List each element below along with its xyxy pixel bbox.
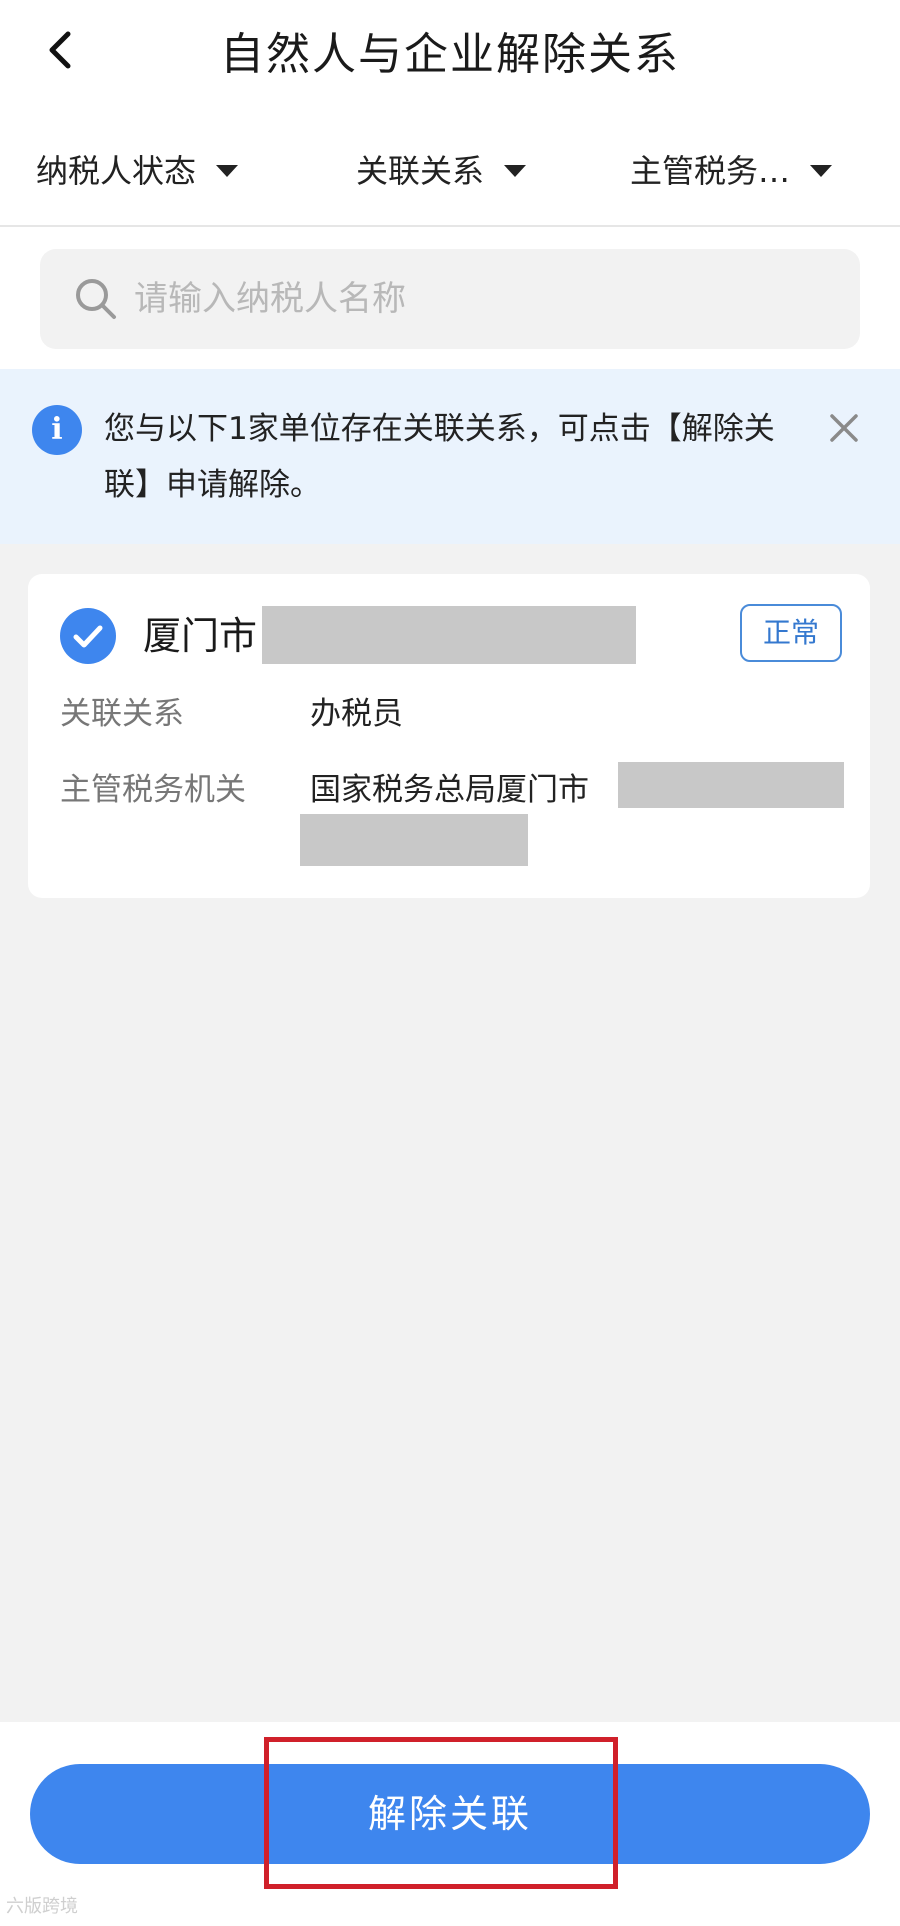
- caret-down-icon: [216, 165, 239, 177]
- highlight-annotation: [264, 1737, 618, 1889]
- header: 自然人与企业解除关系: [0, 0, 900, 100]
- filter-label: 纳税人状态: [36, 152, 197, 190]
- filter-tax-authority[interactable]: 主管税务…: [630, 144, 833, 194]
- filter-relation-type[interactable]: 关联关系: [356, 144, 527, 194]
- filter-bar: 纳税人状态 关联关系 主管税务…: [0, 100, 900, 227]
- filter-taxpayer-status[interactable]: 纳税人状态: [36, 144, 239, 194]
- relation-value: 办税员: [310, 696, 403, 732]
- notice-text: 您与以下1家单位存在关联关系，可点击【解除关联】申请解除。: [104, 411, 775, 503]
- tax-authority-label: 主管税务机关: [60, 772, 246, 808]
- search-section: [0, 227, 900, 369]
- caret-down-icon: [810, 165, 833, 177]
- status-badge: 正常: [740, 604, 842, 662]
- check-circle-icon[interactable]: [60, 608, 116, 664]
- close-icon: [830, 414, 858, 442]
- filter-label: 关联关系: [356, 152, 485, 190]
- search-icon: [76, 279, 116, 319]
- info-icon: i: [32, 405, 82, 455]
- relation-label: 关联关系: [60, 696, 184, 732]
- tax-authority-value: 国家税务总局厦门市: [310, 772, 589, 808]
- page-title: 自然人与企业解除关系: [220, 29, 680, 80]
- redaction-block: [262, 606, 636, 664]
- filter-label: 主管税务…: [630, 152, 791, 190]
- notice-banner: i 您与以下1家单位存在关联关系，可点击【解除关联】申请解除。: [0, 369, 900, 544]
- close-notice-button[interactable]: [826, 410, 862, 446]
- redaction-block: [618, 762, 844, 808]
- checkmark-icon: [73, 625, 103, 648]
- company-name: 厦门市: [143, 614, 258, 658]
- redaction-block: [300, 814, 528, 866]
- company-card[interactable]: 厦门市 正常 关联关系 办税员 主管税务机关 国家税务总局厦门市: [28, 574, 870, 898]
- watermark: 六版跨境: [6, 1896, 78, 1917]
- search-input[interactable]: [134, 273, 834, 325]
- search-box[interactable]: [40, 249, 860, 349]
- caret-down-icon: [504, 165, 527, 177]
